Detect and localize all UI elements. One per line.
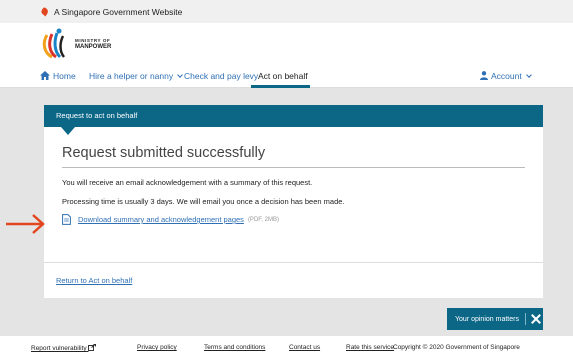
feedback-widget[interactable]: Your opinion matters <box>447 308 543 330</box>
mom-logo-icon <box>42 28 66 59</box>
nav-hire-label: Hire a helper or nanny <box>89 71 174 81</box>
footer-contact[interactable]: Contact us <box>289 344 320 351</box>
nav-home[interactable]: Home <box>40 71 76 81</box>
nav-account[interactable]: Account <box>480 71 532 81</box>
footer-report-vulnerability[interactable]: Report vulnerability <box>31 343 97 352</box>
nav-home-label: Home <box>53 71 76 81</box>
card-footer: Return to Act on behalf <box>44 262 543 298</box>
site-header: MINISTRY OF MANPOWER <box>0 23 573 65</box>
close-icon[interactable] <box>531 314 541 324</box>
page-title: Request submitted successfully <box>62 145 266 161</box>
card-header-pointer <box>61 127 75 135</box>
feedback-divider <box>524 313 526 325</box>
chevron-down-icon <box>177 72 183 78</box>
home-icon <box>40 71 50 80</box>
government-banner-text: A Singapore Government Website <box>54 6 183 17</box>
nav-account-label: Account <box>491 71 522 81</box>
confirmation-card: Request submitted successfully You will … <box>44 127 543 262</box>
download-row: Download summary and acknowledgement pag… <box>62 214 279 225</box>
singapore-lion-icon <box>41 7 48 16</box>
government-banner: A Singapore Government Website <box>0 0 573 23</box>
footer-copyright: Copyright © 2020 Government of Singapore <box>393 344 520 351</box>
nav-levy-label: Check and pay levy <box>184 71 259 81</box>
footer-rate-service[interactable]: Rate this service <box>346 344 394 351</box>
nav-act-on-behalf[interactable]: Act on behalf <box>258 71 308 81</box>
external-link-icon <box>88 343 97 351</box>
document-icon <box>62 214 71 225</box>
processing-time-text: Processing time is usually 3 days. We wi… <box>62 197 345 206</box>
logo-line1: MINISTRY OF <box>75 38 111 43</box>
title-divider <box>62 167 525 168</box>
acknowledgement-text: You will receive an email acknowledgemen… <box>62 178 313 187</box>
nav-behalf-label: Act on behalf <box>258 71 308 81</box>
chevron-down-icon <box>525 72 532 78</box>
footer-privacy[interactable]: Privacy policy <box>137 344 177 351</box>
return-link[interactable]: Return to Act on behalf <box>56 276 132 285</box>
feedback-label: Your opinion matters <box>455 315 519 323</box>
user-icon <box>480 71 488 80</box>
card-header-title: Request to act on behalf <box>56 111 138 120</box>
card-header: Request to act on behalf <box>44 105 543 127</box>
download-summary-link[interactable]: Download summary and acknowledgement pag… <box>78 215 244 224</box>
main-nav: Home Hire a helper or nanny Check and pa… <box>0 65 573 88</box>
footer-vuln-label: Report vulnerability <box>31 345 87 352</box>
download-file-info: (PDF, 2MB) <box>247 216 279 223</box>
footer-terms[interactable]: Terms and conditions <box>204 344 265 351</box>
logo-line2: MANPOWER <box>75 44 112 50</box>
mom-logo[interactable]: MINISTRY OF MANPOWER <box>38 27 111 61</box>
arrow-annotation-icon <box>6 214 45 234</box>
site-footer: Report vulnerability Privacy policy Term… <box>0 336 573 360</box>
active-tab-indicator <box>251 85 310 88</box>
nav-hire-helper[interactable]: Hire a helper or nanny <box>89 71 183 81</box>
nav-check-levy[interactable]: Check and pay levy <box>184 71 258 81</box>
